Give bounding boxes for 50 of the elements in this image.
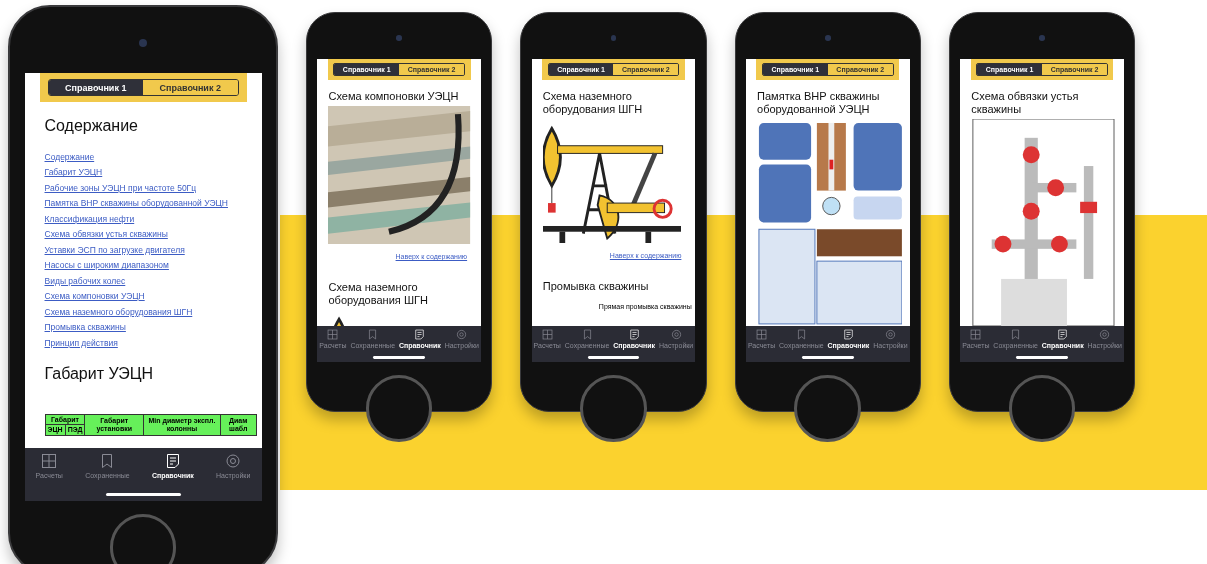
contents-link[interactable]: Виды рабочих колес [44,273,126,290]
calculator-icon [541,329,553,341]
bookmark-icon [1010,329,1022,341]
contents-link[interactable]: Насосы с широким диапазоном [44,258,169,274]
settings-icon [1099,329,1111,341]
home-indicator [801,356,854,359]
contents-link[interactable]: Схема компоновки УЭЦН [44,289,145,305]
contents-link[interactable]: Рабочие зоны УЭЦН при частоте 50Гц [44,180,197,197]
section-heading: Схема наземного оборудования ШГН [542,89,644,116]
settings-icon [225,453,242,469]
document-icon [1057,329,1069,341]
document-icon [164,453,181,469]
home-indicator [587,356,640,359]
calculator-icon [327,329,339,341]
camera-icon [396,35,402,41]
settings-icon [456,329,468,341]
settings-icon [670,329,682,341]
contents-link[interactable]: Схема обвязки устья скважины [44,227,168,243]
section-heading: Габарит УЭЦН [44,365,155,384]
section-heading: Памятка ВНР скважины оборудованной УЭЦН [757,89,881,116]
contents-link[interactable]: Габарит УЭЦН [44,165,103,181]
camera-icon [1039,35,1045,41]
document-icon [628,329,640,341]
contents-link[interactable]: Уставки ЭСП по загрузке двигателя [44,242,185,259]
contents-link[interactable]: Содержание [44,149,95,166]
document-icon [414,329,426,341]
section-heading: Схема обвязки устья скважины [971,89,1080,116]
camera-icon [825,35,831,41]
section-heading: Содержание [44,116,139,136]
section-heading: Схема компоновки УЭЦН [328,89,460,103]
calculator-icon [756,329,768,341]
bookmark-icon [581,329,593,341]
calculator-icon [970,329,982,341]
contents-link[interactable]: Принцип действия [44,335,118,352]
contents-link[interactable]: Классификация нефти [44,211,135,228]
bookmark-icon [367,329,379,341]
calculator-icon [41,453,58,469]
document-icon [842,329,854,341]
section-heading: Схема наземного оборудования ШГН [328,280,429,307]
camera-icon [610,35,617,41]
contents-link[interactable]: Промывка скважины [44,320,126,336]
tab[interactable]: Справочник 1 [48,80,143,96]
camera-icon [139,39,147,47]
section-heading: Промывка скважины [542,279,650,293]
settings-icon [884,329,896,341]
home-indicator [1016,356,1068,359]
home-indicator [373,356,425,359]
contents-link[interactable]: Схема наземного оборудования ШГН [44,304,193,321]
contents-link[interactable]: Памятка ВНР скважины оборудованной УЭЦН [44,196,228,212]
bookmark-icon [795,329,807,341]
